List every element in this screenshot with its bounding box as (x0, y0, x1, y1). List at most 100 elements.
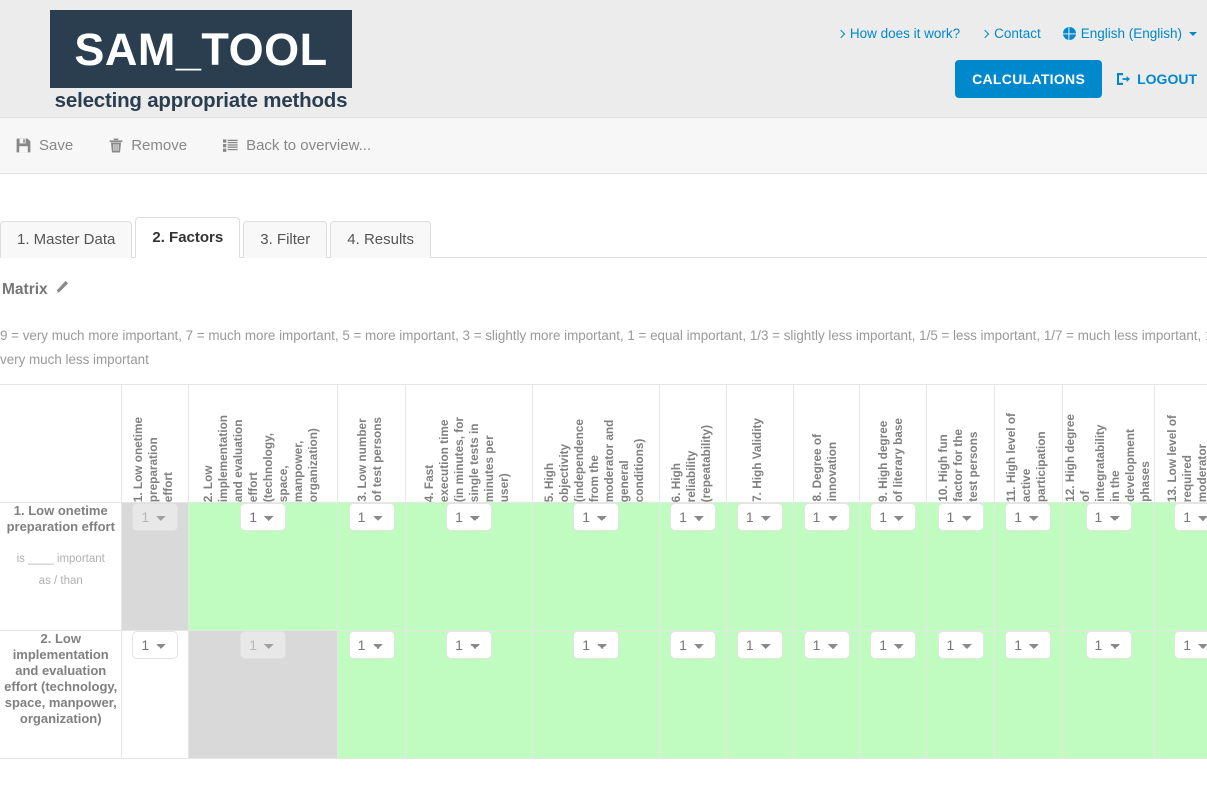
col-header-13-label: 13. Low level of required moderator expe… (1165, 414, 1207, 502)
matrix-table: 1. Low onetime preparation effort 2. Low… (0, 384, 1207, 759)
score-select-r2-c5[interactable]: 975311/31/51/71/9 (573, 631, 620, 659)
col-header-8-label: 8. Degree of innovation (809, 434, 839, 502)
score-select-r1-c8[interactable]: 975311/31/51/71/9 (803, 503, 850, 531)
col-header-2: 2. Low implementation and evaluation eff… (188, 384, 339, 503)
trash-icon (109, 138, 123, 153)
matrix-body: 1. Low onetime preparation effort is ____… (0, 502, 1207, 759)
score-select-r1-c7[interactable]: 975311/31/51/71/9 (736, 503, 783, 531)
score-select-r1-c12[interactable]: 975311/31/51/71/9 (1085, 503, 1132, 531)
chevron-right-icon (836, 29, 846, 38)
col-header-7-label: 7. High Validity (750, 418, 765, 502)
matrix-cell-r1-c8: 975311/31/51/71/9 (792, 502, 861, 631)
col-header-12: 12. High degree of integratability in th… (1061, 384, 1156, 503)
col-header-5: 5. High objectivity (independence from t… (532, 384, 661, 503)
col-header-4: 4. Fast execution time (in minutes, for … (404, 384, 534, 503)
score-select-r1-c9[interactable]: 975311/31/51/71/9 (870, 503, 917, 531)
tab-factors[interactable]: 2. Factors (135, 217, 241, 258)
score-select-r2-c8[interactable]: 975311/31/51/71/9 (803, 631, 850, 659)
matrix-cell-r2-c7: 975311/31/51/71/9 (726, 630, 794, 759)
matrix-cell-r1-c4: 975311/31/51/71/9 (404, 502, 534, 631)
matrix-cell-r2-c10: 975311/31/51/71/9 (926, 630, 995, 759)
score-select-r2-c12[interactable]: 975311/31/51/71/9 (1085, 631, 1132, 659)
col-header-5-label: 5. High objectivity (independence from t… (541, 418, 646, 502)
back-to-overview-button[interactable]: Back to overview... (223, 137, 371, 154)
col-header-10-label: 10. High fun factor for the test persons (936, 429, 981, 502)
col-header-2-label: 2. Low implementation and evaluation eff… (201, 414, 321, 502)
chevron-down-icon (1189, 31, 1197, 36)
score-select-r2-c6[interactable]: 975311/31/51/71/9 (670, 631, 717, 659)
score-select-r2-c4[interactable]: 975311/31/51/71/9 (446, 631, 493, 659)
score-select-r2-c9[interactable]: 975311/31/51/71/9 (870, 631, 917, 659)
nav-contact[interactable]: Contact (980, 26, 1041, 41)
score-select-r2-c13[interactable]: 975311/31/51/71/9 (1174, 631, 1207, 659)
score-select-r2-c3[interactable]: 975311/31/51/71/9 (348, 631, 395, 659)
matrix-corner-cell (0, 384, 123, 503)
score-select-r2-c2[interactable]: 975311/31/51/71/9 (240, 631, 287, 659)
save-icon (16, 138, 31, 153)
col-header-9: 9. High degree of literary base (859, 384, 928, 503)
score-select-r2-c1[interactable]: 975311/31/51/71/9 (132, 631, 179, 659)
score-select-r1-c6[interactable]: 975311/31/51/71/9 (670, 503, 717, 531)
back-to-overview-label: Back to overview... (246, 137, 372, 154)
score-select-r1-c11[interactable]: 975311/31/51/71/9 (1005, 503, 1052, 531)
score-select-r1-c1[interactable]: 975311/31/51/71/9 (132, 503, 179, 531)
matrix-cell-r2-c6: 975311/31/51/71/9 (659, 630, 728, 759)
matrix-cell-r2-c8: 975311/31/51/71/9 (792, 630, 861, 759)
row-header-title: 1. Low onetime preparation effort (6, 503, 115, 534)
pencil-icon[interactable] (54, 280, 69, 300)
score-select-r1-c5[interactable]: 975311/31/51/71/9 (573, 503, 620, 531)
col-header-1: 1. Low onetime preparation effort (121, 384, 190, 503)
matrix-cell-r2-c5: 975311/31/51/71/9 (532, 630, 661, 759)
logout-button[interactable]: LOGOUT (1116, 71, 1197, 87)
col-header-6-label: 6. High reliability (repeatability) (668, 424, 713, 502)
score-select-r1-c10[interactable]: 975311/31/51/71/9 (937, 503, 984, 531)
matrix-cell-r2-c12: 975311/31/51/71/9 (1061, 630, 1156, 759)
tabs-area: 1. Master Data 2. Factors 3. Filter 4. R… (0, 174, 1207, 258)
scale-legend: 9 = very much more important, 7 = much m… (0, 328, 1207, 367)
col-header-11-label: 11. High level of active participation (1003, 412, 1048, 502)
tab-bar: 1. Master Data 2. Factors 3. Filter 4. R… (0, 217, 1207, 258)
table-row: 2. Low implementation and evaluation eff… (0, 630, 1207, 759)
row-header-1: 1. Low onetime preparation effort is ____… (0, 502, 123, 631)
tab-master-data[interactable]: 1. Master Data (0, 221, 133, 258)
matrix-cell-r2-c1: 975311/31/51/71/9 (121, 630, 190, 759)
tab-results[interactable]: 4. Results (330, 221, 431, 258)
language-selector[interactable]: English (English) (1062, 26, 1197, 41)
matrix-cell-r1-c10: 975311/31/51/71/9 (926, 502, 995, 631)
nav-how-does-it-work[interactable]: How does it work? (836, 26, 960, 41)
top-nav-links: How does it work? Contact English (Engli… (836, 26, 1197, 41)
chevron-right-icon (980, 29, 990, 38)
list-icon (223, 139, 238, 152)
tab-filter[interactable]: 3. Filter (243, 221, 328, 258)
col-header-13: 13. Low level of required moderator expe… (1154, 384, 1207, 503)
remove-button[interactable]: Remove (109, 137, 187, 154)
page-title-label: Matrix (2, 281, 48, 298)
matrix-cell-r2-c2: 975311/31/51/71/9 (188, 630, 339, 759)
matrix-cell-r1-c9: 975311/31/51/71/9 (859, 502, 928, 631)
save-label: Save (39, 137, 74, 154)
col-header-10: 10. High fun factor for the test persons (926, 384, 995, 503)
score-select-r1-c13[interactable]: 975311/31/51/71/9 (1174, 503, 1207, 531)
matrix-cell-r1-c6: 975311/31/51/71/9 (659, 502, 728, 631)
score-select-r2-c10[interactable]: 975311/31/51/71/9 (937, 631, 984, 659)
score-select-r1-c2[interactable]: 975311/31/51/71/9 (240, 503, 287, 531)
row-header-title: 2. Low implementation and evaluation eff… (4, 631, 118, 726)
score-select-r1-c3[interactable]: 975311/31/51/71/9 (348, 503, 395, 531)
table-row: 1. Low onetime preparation effort is ____… (0, 502, 1207, 631)
matrix-header-row: 1. Low onetime preparation effort 2. Low… (0, 384, 1207, 503)
logo-box: SAM_TOOL (50, 10, 352, 88)
matrix-cell-r1-c11: 975311/31/51/71/9 (993, 502, 1063, 631)
logo-text: SAM_TOOL (74, 23, 328, 75)
calculations-button[interactable]: CALCULATIONS (955, 60, 1103, 98)
matrix-cell-r2-c3: 975311/31/51/71/9 (337, 630, 406, 759)
score-select-r1-c4[interactable]: 975311/31/51/71/9 (446, 503, 493, 531)
logout-icon (1116, 72, 1131, 86)
col-header-8: 8. Degree of innovation (792, 384, 861, 503)
matrix-cell-r2-c13: 975311/31/51/71/9 (1154, 630, 1207, 759)
matrix-cell-r2-c11: 975311/31/51/71/9 (993, 630, 1063, 759)
col-header-12-label: 12. High degree of integratability in th… (1062, 414, 1152, 502)
save-button[interactable]: Save (16, 137, 73, 154)
score-select-r2-c11[interactable]: 975311/31/51/71/9 (1005, 631, 1052, 659)
col-header-1-label: 1. Low onetime preparation effort (130, 416, 175, 502)
score-select-r2-c7[interactable]: 975311/31/51/71/9 (736, 631, 783, 659)
